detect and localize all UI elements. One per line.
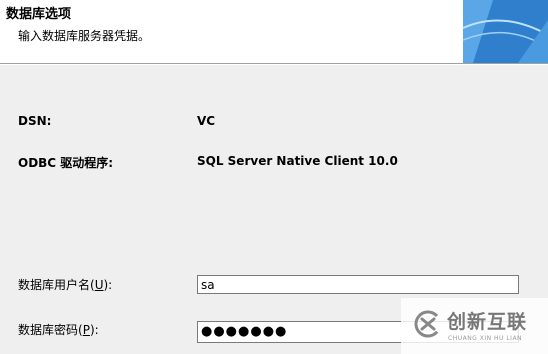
page-title: 数据库选项 — [6, 7, 72, 22]
dsn-value: VC — [197, 114, 216, 128]
page-subtitle: 输入数据库服务器凭据。 — [18, 29, 151, 43]
dsn-label: DSN: — [18, 114, 52, 128]
password-label: 数据库密码(P): — [18, 321, 99, 338]
username-input[interactable] — [197, 275, 519, 294]
watermark: 创新互联 CHUANG XIN HU LIAN — [401, 298, 548, 354]
odbc-driver-value: SQL Server Native Client 10.0 — [197, 154, 398, 168]
username-label: 数据库用户名(U): — [18, 276, 112, 293]
password-label-text: 数据库密码( — [18, 323, 83, 337]
username-label-suffix: ): — [103, 278, 113, 292]
banner-graphic — [463, 0, 548, 63]
password-label-suffix: ): — [89, 323, 99, 337]
watermark-logo-icon — [414, 310, 442, 338]
username-label-text: 数据库用户名( — [18, 278, 95, 292]
password-hotkey: P — [82, 323, 90, 337]
odbc-driver-label: ODBC 驱动程序: — [18, 156, 114, 170]
watermark-subtext: CHUANG XIN HU LIAN — [448, 335, 523, 342]
watermark-text: 创新互联 — [447, 311, 528, 333]
wizard-header: 数据库选项 输入数据库服务器凭据。 — [0, 0, 548, 64]
